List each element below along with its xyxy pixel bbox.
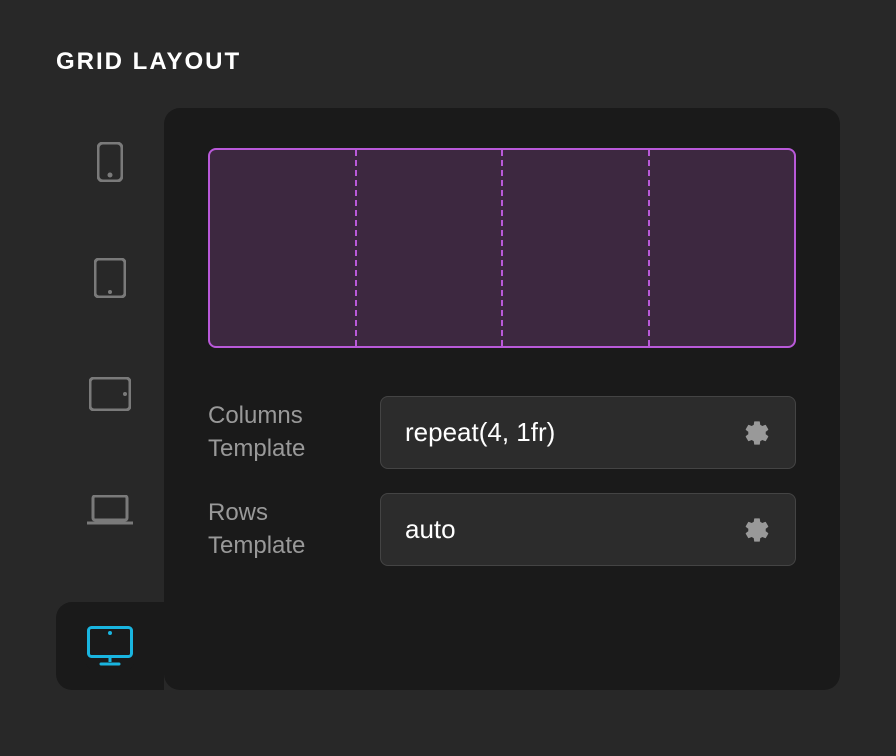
columns-template-value: repeat(4, 1fr) — [405, 417, 555, 448]
rows-template-input[interactable]: auto — [380, 493, 796, 566]
device-laptop-button[interactable] — [86, 486, 134, 534]
device-tablet-portrait-button[interactable] — [86, 254, 134, 302]
main-panel: ColumnsTemplate repeat(4, 1fr) RowsTempl… — [164, 108, 840, 690]
device-sidebar — [56, 108, 164, 690]
columns-template-input[interactable]: repeat(4, 1fr) — [380, 396, 796, 469]
phone-icon — [97, 142, 123, 182]
grid-column — [357, 150, 504, 346]
columns-template-row: ColumnsTemplate repeat(4, 1fr) — [208, 396, 796, 469]
grid-column — [503, 150, 650, 346]
columns-template-label: ColumnsTemplate — [208, 400, 348, 465]
tablet-landscape-icon — [89, 377, 131, 411]
device-tablet-landscape-button[interactable] — [86, 370, 134, 418]
gear-icon[interactable] — [743, 419, 771, 447]
rows-template-label: RowsTemplate — [208, 497, 348, 562]
grid-column — [650, 150, 795, 346]
rows-template-row: RowsTemplate auto — [208, 493, 796, 566]
grid-preview[interactable] — [208, 148, 796, 348]
gear-icon[interactable] — [743, 516, 771, 544]
device-active-wrapper — [56, 602, 164, 690]
device-phone-button[interactable] — [86, 138, 134, 186]
grid-column — [210, 150, 357, 346]
tablet-portrait-icon — [94, 258, 126, 298]
section-title: GRID LAYOUT — [56, 48, 840, 76]
device-desktop-button[interactable] — [86, 622, 134, 670]
desktop-icon — [87, 626, 133, 666]
laptop-icon — [87, 495, 133, 525]
layout-container: ColumnsTemplate repeat(4, 1fr) RowsTempl… — [56, 108, 840, 690]
rows-template-value: auto — [405, 514, 456, 545]
